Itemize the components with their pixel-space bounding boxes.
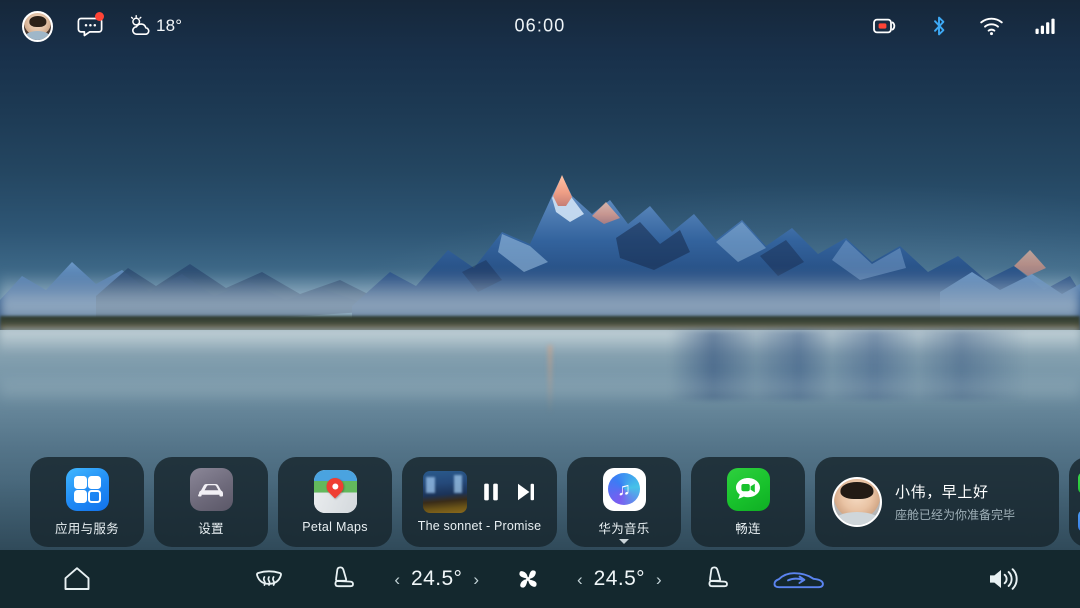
driver-seat-heater-button[interactable] (328, 563, 360, 595)
music-note-icon: ♫ (602, 467, 646, 511)
unread-badge (95, 12, 104, 21)
passenger-temperature[interactable]: ‹ 24.5° › (577, 567, 662, 591)
dock-item-apps-and-services[interactable]: 应用与服务 (30, 457, 144, 547)
album-art (423, 471, 467, 513)
map-pin-icon (313, 470, 357, 513)
cellular-signal-icon[interactable] (1034, 16, 1058, 36)
passenger-seat-heater-button[interactable] (702, 563, 734, 595)
temp-increase-button[interactable]: › (656, 571, 662, 588)
dock-item-label: 设置 (198, 521, 224, 536)
volume-button[interactable] (986, 565, 1020, 593)
dock-item-label: 畅连 (735, 521, 761, 536)
pause-icon (484, 483, 498, 501)
dock-item-label: 华为音乐 (598, 521, 650, 536)
bluetooth-icon[interactable] (929, 14, 949, 38)
seat-heat-icon (708, 566, 728, 588)
fan-button[interactable] (513, 564, 543, 594)
avatar (832, 477, 882, 527)
home-button[interactable] (60, 564, 94, 594)
weather-widget[interactable]: 18° (127, 14, 182, 38)
steering-wheel-heater-button[interactable] (252, 564, 286, 594)
air-recirculation-button[interactable] (770, 565, 828, 593)
speaker-volume-icon (990, 568, 1018, 590)
app-grid-icon (65, 467, 109, 511)
car-icon (189, 467, 233, 511)
dock-item-partial-card[interactable] (1069, 457, 1080, 547)
infotainment-home-screen: 18° 06:00 应用与服务 设置 Petal Maps The sonnet… (0, 0, 1080, 608)
fan-icon (519, 570, 537, 588)
steering-wheel-heat-icon (256, 570, 283, 586)
dock-item-petal-maps[interactable]: Petal Maps (278, 457, 392, 547)
wifi-icon[interactable] (979, 16, 1004, 36)
clock: 06:00 (514, 15, 566, 36)
video-chat-icon (726, 467, 770, 511)
greeting-title: 小伟，早上好 (895, 484, 989, 501)
dock-item-label: Petal Maps (302, 520, 368, 534)
dashcam-record-icon[interactable] (873, 16, 899, 36)
temp-increase-button[interactable]: › (473, 571, 479, 588)
dock-item-meetime[interactable]: 畅连 (691, 457, 805, 547)
driver-temperature[interactable]: ‹ 24.5° › (394, 567, 479, 591)
dock-item-huawei-music[interactable]: ♫ 华为音乐 (567, 457, 681, 547)
next-track-icon (518, 483, 534, 501)
car-recirculation-icon (773, 572, 824, 589)
temp-value: 24.5° (593, 567, 645, 590)
weather-temperature: 18° (156, 16, 183, 35)
seat-heat-icon (334, 566, 355, 588)
home-icon (64, 567, 90, 590)
dock-item-label: 应用与服务 (54, 521, 119, 536)
greeting-card[interactable]: 小伟，早上好 座舱已经为你准备完毕 (815, 457, 1059, 547)
chevron-down-icon[interactable] (619, 539, 629, 544)
app-dock: 应用与服务 设置 Petal Maps The sonnet - Promise… (0, 454, 1080, 550)
dock-item-now-playing[interactable]: The sonnet - Promise (402, 457, 557, 547)
messages-button[interactable] (77, 12, 104, 39)
avatar[interactable] (22, 10, 53, 42)
climate-control-bar: ‹ 24.5° › ‹ 24.5° › (0, 550, 1080, 608)
car-glyph (197, 483, 223, 496)
dock-item-settings[interactable]: 设置 (154, 457, 268, 547)
temp-decrease-button[interactable]: ‹ (394, 571, 400, 588)
next-track-button[interactable] (515, 481, 536, 503)
video-chat-glyph (736, 478, 760, 499)
greeting-subtitle: 座舱已经为你准备完毕 (895, 508, 1016, 522)
status-bar: 18° 06:00 (0, 0, 1080, 52)
sun-behind-cloud-icon (130, 15, 150, 35)
temp-decrease-button[interactable]: ‹ (577, 571, 583, 588)
pause-button[interactable] (481, 481, 501, 503)
temp-value: 24.5° (411, 567, 463, 590)
media-title: The sonnet - Promise (417, 519, 542, 533)
